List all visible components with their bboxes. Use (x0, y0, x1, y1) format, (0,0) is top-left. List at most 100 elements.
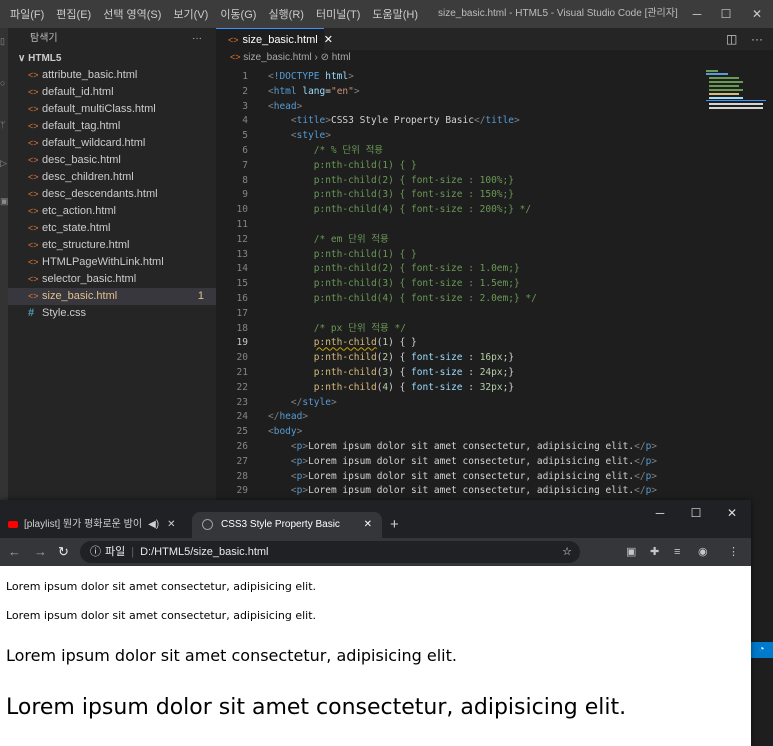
extension-puzzle-icon[interactable]: ✚ (650, 538, 659, 566)
split-editor-icon[interactable]: ◫ (726, 28, 737, 50)
code-line[interactable]: 13 p:nth-child(1) { } (216, 248, 706, 263)
code-line[interactable]: 2 <html lang="en"> (216, 85, 706, 100)
code-line[interactable]: 16 p:nth-child(4) { font-size : 2.0em;} … (216, 292, 706, 307)
file-item[interactable]: <> etc_state.html (8, 220, 216, 237)
code-editor[interactable]: 1 <!DOCTYPE html> 2 <html lang="en"> 3 <head>… (216, 70, 706, 499)
file-item-active[interactable]: <> size_basic.html 1 (8, 288, 216, 305)
profile-icon[interactable]: ◉ (698, 538, 708, 566)
bell-icon[interactable]: ◔ (750, 642, 773, 658)
line-text: p:nth-child(3) { font-size : 24px;} (313, 366, 515, 378)
file-item[interactable]: <> selector_basic.html (8, 271, 216, 288)
file-list: <> attribute_basic.html <> default_id.html… (8, 67, 216, 322)
code-line[interactable]: 17 (216, 307, 706, 322)
code-line[interactable]: 15 p:nth-child(3) { font-size : 1.5em;} (216, 277, 706, 292)
extension-icon[interactable]: ▣ (626, 538, 636, 566)
star-icon[interactable]: ☆ (562, 541, 572, 563)
code-line[interactable]: 5 <style> (216, 129, 706, 144)
browser-tab-playlist[interactable]: [playlist] 뭔가 평화로운 밤이 ◀) ✕ (8, 512, 188, 538)
menu-view[interactable]: 보기(V) (167, 6, 214, 22)
code-line[interactable]: 22 p:nth-child(4) { font-size : 32px;} (216, 381, 706, 396)
file-label: Style.css (42, 307, 87, 319)
file-item[interactable]: <> desc_descendants.html (8, 186, 216, 203)
close-icon[interactable]: ✕ (364, 512, 372, 538)
close-window-button[interactable]: ✕ (714, 506, 750, 520)
menu-go[interactable]: 이동(G) (214, 6, 262, 22)
file-item[interactable]: <> default_multiClass.html (8, 101, 216, 118)
line-number: 8 (242, 174, 248, 186)
file-item[interactable]: <> desc_children.html (8, 169, 216, 186)
code-line[interactable]: 1 <!DOCTYPE html> (216, 70, 706, 85)
file-item[interactable]: <> etc_action.html (8, 203, 216, 220)
more-icon[interactable]: ··· (751, 28, 763, 50)
menu-run[interactable]: 실행(R) (262, 6, 310, 22)
search-icon[interactable]: ○ (0, 78, 5, 88)
code-line[interactable]: 11 (216, 218, 706, 233)
code-line[interactable]: 24 </head> (216, 410, 706, 425)
media-icon[interactable]: ≡ (674, 538, 680, 566)
tab-size-basic[interactable]: <> size_basic.html ✕ (216, 28, 333, 50)
code-line[interactable]: 27 <p>Lorem ipsum dolor sit amet consect… (216, 455, 706, 470)
more-icon[interactable]: ··· (192, 28, 202, 50)
back-icon[interactable]: ← (8, 538, 21, 566)
folder-html5[interactable]: ∨ HTML5 (8, 50, 216, 67)
source-control-icon[interactable]: ᛘ (0, 120, 5, 130)
code-line[interactable]: 9 p:nth-child(3) { font-size : 150%;} (216, 188, 706, 203)
code-line[interactable]: 4 <title>CSS3 Style Property Basic</titl… (216, 114, 706, 129)
info-icon[interactable]: ⓘ (90, 546, 101, 558)
close-window-button[interactable]: ✕ (742, 0, 772, 28)
file-item[interactable]: <> HTMLPageWithLink.html (8, 254, 216, 271)
line-number: 10 (236, 204, 248, 216)
code-line[interactable]: 7 p:nth-child(1) { } (216, 159, 706, 174)
run-icon[interactable]: ▷ (0, 158, 7, 169)
code-line[interactable]: 26 <p>Lorem ipsum dolor sit amet consect… (216, 440, 706, 455)
code-line[interactable]: 28 <p>Lorem ipsum dolor sit amet consect… (216, 470, 706, 485)
menu-edit[interactable]: 편집(E) (50, 6, 97, 22)
code-line[interactable]: 6 /* % 단위 적용 (216, 144, 706, 159)
file-label: desc_descendants.html (42, 188, 158, 200)
file-item[interactable]: <> default_wildcard.html (8, 135, 216, 152)
code-line[interactable]: 29 <p>Lorem ipsum dolor sit amet consect… (216, 484, 706, 499)
file-item[interactable]: <> attribute_basic.html (8, 67, 216, 84)
forward-icon[interactable]: → (34, 538, 47, 566)
reload-icon[interactable]: ↻ (58, 538, 69, 566)
file-item[interactable]: <> default_id.html (8, 84, 216, 101)
menu-help[interactable]: 도움말(H) (366, 6, 424, 22)
menu-icon[interactable]: ⋮ (728, 538, 739, 566)
code-line[interactable]: 10 p:nth-child(4) { font-size : 200%;} *… (216, 203, 706, 218)
breadcrumb-file[interactable]: size_basic.html (243, 52, 311, 63)
browser-tab-active[interactable]: CSS3 Style Property Basic ✕ (192, 512, 382, 538)
files-icon[interactable]: ▯ (0, 36, 5, 47)
code-line[interactable]: 23 </style> (216, 396, 706, 411)
code-line[interactable]: 14 p:nth-child(2) { font-size : 1.0em;} (216, 262, 706, 277)
code-line[interactable]: 12 /* em 단위 적용 (216, 233, 706, 248)
close-icon[interactable]: ✕ (324, 34, 333, 46)
code-line[interactable]: 19 p:nth-child(1) { } (216, 336, 706, 351)
code-line[interactable]: 8 p:nth-child(2) { font-size : 100%;} (216, 174, 706, 189)
line-number: 6 (242, 144, 248, 156)
close-icon[interactable]: ✕ (167, 519, 175, 530)
minimap[interactable] (706, 70, 766, 130)
file-item[interactable]: <> default_tag.html (8, 118, 216, 135)
menu-selection[interactable]: 선택 영역(S) (97, 6, 167, 22)
minimize-button[interactable]: ─ (642, 506, 678, 520)
address-bar[interactable]: ⓘ 파일 | D:/HTML5/size_basic.html ☆ (80, 541, 580, 563)
menu-terminal[interactable]: 터미널(T) (310, 6, 366, 22)
code-line[interactable]: 20 p:nth-child(2) { font-size : 16px;} (216, 351, 706, 366)
file-item[interactable]: <> desc_basic.html (8, 152, 216, 169)
minimize-button[interactable]: ─ (682, 0, 712, 28)
file-item[interactable]: <> etc_structure.html (8, 237, 216, 254)
file-label: etc_action.html (42, 205, 116, 217)
line-text: p:nth-child(4) { font-size : 200%;} */ (313, 204, 532, 216)
line-text: p:nth-child(1) { } (313, 248, 417, 260)
file-item[interactable]: # Style.css (8, 305, 216, 322)
code-line[interactable]: 3 <head> (216, 100, 706, 115)
new-tab-button[interactable]: + (390, 512, 399, 538)
menu-file[interactable]: 파일(F) (4, 6, 50, 22)
code-line[interactable]: 25 <body> (216, 425, 706, 440)
code-line[interactable]: 18 /* px 단위 적용 */ (216, 322, 706, 337)
breadcrumb-node[interactable]: html (332, 52, 351, 63)
file-label: size_basic.html (42, 290, 118, 302)
code-line[interactable]: 21 p:nth-child(3) { font-size : 24px;} (216, 366, 706, 381)
maximize-button[interactable]: ☐ (678, 506, 714, 520)
maximize-button[interactable]: ☐ (711, 0, 741, 28)
